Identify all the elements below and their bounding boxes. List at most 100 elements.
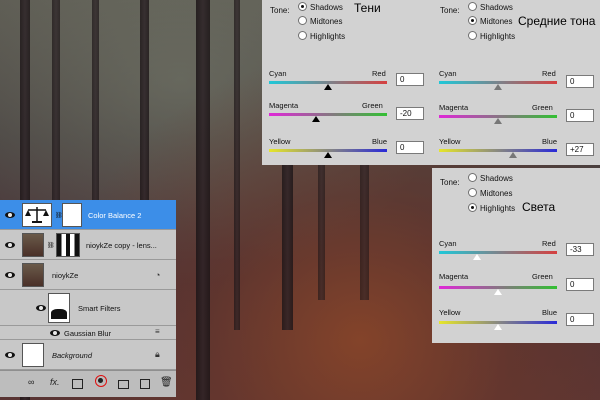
slider-left-label: Magenta	[439, 103, 469, 112]
filter-options-icon[interactable]: ≡	[155, 327, 160, 336]
trash-icon[interactable]: 🗑︎	[160, 377, 173, 388]
cyan-red-slider-track[interactable]	[439, 251, 557, 254]
cyan-red-slider-thumb[interactable]	[494, 84, 502, 90]
slider-right-label: Green	[532, 272, 553, 281]
yellow-blue-slider-thumb[interactable]	[509, 152, 517, 158]
tree-trunk	[140, 0, 149, 220]
tone-label: Tone:	[440, 178, 460, 187]
midtones-radio-label: Midtones	[480, 189, 513, 198]
slider-right-label: Red	[542, 69, 556, 78]
highlights-radio[interactable]	[468, 203, 477, 212]
shadows-radio[interactable]	[298, 2, 307, 11]
new-layer-icon[interactable]	[140, 379, 150, 389]
slider-right-label: Blue	[542, 308, 558, 317]
color-balance-shadows-panel: Tone: Shadows Midtones Highlights Тени C…	[262, 0, 432, 165]
cyan-red-value-input[interactable]: 0	[566, 75, 594, 88]
balance-scale-icon	[25, 207, 49, 223]
magenta-green-slider-thumb[interactable]	[494, 118, 502, 124]
layer-background[interactable]: Background 🔒︎	[0, 340, 176, 370]
shadows-radio-label: Shadows	[480, 174, 513, 183]
tree-trunk	[196, 0, 210, 400]
highlights-radio-label: Highlights	[310, 32, 346, 41]
midtones-radio-label: Midtones	[480, 17, 513, 26]
yellow-blue-value-input[interactable]: 0	[566, 313, 594, 326]
highlights-radio[interactable]	[298, 31, 307, 40]
slider-right-label: Red	[372, 69, 386, 78]
midtones-radio[interactable]	[468, 188, 477, 197]
layer-mask-thumbnail[interactable]	[62, 203, 82, 227]
slider-left-label: Magenta	[439, 272, 469, 281]
magenta-green-value-input[interactable]: 0	[566, 109, 594, 122]
tree-trunk	[92, 0, 99, 220]
magenta-green-value-input[interactable]: -20	[396, 107, 424, 120]
magenta-green-value-input[interactable]: 0	[566, 278, 594, 291]
adjustment-icon[interactable]	[95, 375, 107, 387]
slider-right-label: Green	[362, 101, 383, 110]
color-balance-midtones-panel: Tone: Shadows Midtones Highlights Средни…	[432, 0, 600, 165]
layer-nioykze-copy[interactable]: ⛓ nioykZe copy - lens...	[0, 230, 176, 260]
layer-name[interactable]: Gaussian Blur	[64, 329, 111, 338]
filter-mask-thumbnail[interactable]	[48, 293, 70, 323]
fx-icon[interactable]: fx.	[50, 377, 60, 387]
visibility-eye-icon[interactable]	[5, 352, 15, 358]
layers-bottom-toolbar: ∞ fx. 🗑︎	[0, 370, 176, 397]
slider-right-label: Red	[542, 239, 556, 248]
magenta-green-slider-thumb[interactable]	[494, 289, 502, 295]
group-icon[interactable]	[118, 380, 129, 389]
background-thumbnail	[22, 343, 44, 367]
magenta-green-slider-thumb[interactable]	[312, 116, 320, 122]
midtones-radio[interactable]	[468, 16, 477, 25]
visibility-eye-icon[interactable]	[36, 305, 46, 311]
visibility-eye-icon[interactable]	[5, 212, 15, 218]
gaussian-blur-row[interactable]: Gaussian Blur ≡	[0, 326, 176, 340]
annotation-shadows: Тени	[354, 1, 381, 15]
chain-link-icon[interactable]: ⛓	[47, 242, 55, 249]
magenta-green-slider-track[interactable]	[269, 113, 387, 116]
photo-thumbnail	[22, 263, 44, 287]
layer-color-balance[interactable]: ⛓ Color Balance 2	[0, 200, 176, 230]
slider-left-label: Magenta	[269, 101, 299, 110]
layer-name[interactable]: nioykZe	[52, 271, 78, 280]
layer-name[interactable]: nioykZe copy - lens...	[86, 241, 157, 250]
visibility-eye-icon[interactable]	[5, 242, 15, 248]
tree-trunk	[234, 0, 240, 330]
layer-name[interactable]: Color Balance 2	[88, 211, 141, 220]
tree-trunk	[52, 0, 60, 220]
cyan-red-value-input[interactable]: 0	[396, 73, 424, 86]
shadows-radio-label: Shadows	[480, 3, 513, 12]
visibility-eye-icon[interactable]	[5, 272, 15, 278]
slider-left-label: Yellow	[269, 137, 291, 146]
shadows-radio[interactable]	[468, 173, 477, 182]
layer-name[interactable]: Smart Filters	[78, 304, 121, 313]
slider-left-label: Cyan	[269, 69, 287, 78]
yellow-blue-value-input[interactable]: +27	[566, 143, 594, 156]
slider-left-label: Yellow	[439, 137, 461, 146]
cyan-red-slider-thumb[interactable]	[473, 254, 481, 260]
color-balance-highlights-panel: Tone: Shadows Midtones Highlights Света …	[432, 168, 600, 343]
slider-left-label: Cyan	[439, 239, 457, 248]
slider-right-label: Blue	[372, 137, 388, 146]
cyan-red-value-input[interactable]: -33	[566, 243, 594, 256]
layer-nioykze[interactable]: nioykZe ◔	[0, 260, 176, 290]
yellow-blue-value-input[interactable]: 0	[396, 141, 424, 154]
midtones-radio[interactable]	[298, 16, 307, 25]
highlights-radio-label: Highlights	[480, 32, 516, 41]
smart-object-icon: ◔	[155, 270, 161, 280]
shadows-radio[interactable]	[468, 2, 477, 11]
layer-mask-thumbnail[interactable]	[56, 233, 80, 257]
filter-mask-shape	[51, 309, 67, 319]
link-icon[interactable]: ∞	[28, 377, 34, 387]
cyan-red-slider-thumb[interactable]	[324, 84, 332, 90]
slider-right-label: Blue	[542, 137, 558, 146]
smart-filters-row[interactable]: Smart Filters	[0, 290, 176, 326]
yellow-blue-slider-track[interactable]	[439, 149, 557, 152]
yellow-blue-slider-thumb[interactable]	[494, 324, 502, 330]
half-circle-icon	[98, 378, 103, 383]
layer-name[interactable]: Background	[52, 351, 92, 360]
yellow-blue-slider-thumb[interactable]	[324, 152, 332, 158]
highlights-radio[interactable]	[468, 31, 477, 40]
visibility-eye-icon[interactable]	[50, 330, 60, 336]
annotation-midtones: Средние тона	[518, 14, 596, 28]
annotation-highlights: Света	[522, 200, 556, 214]
mask-icon[interactable]	[72, 379, 83, 389]
